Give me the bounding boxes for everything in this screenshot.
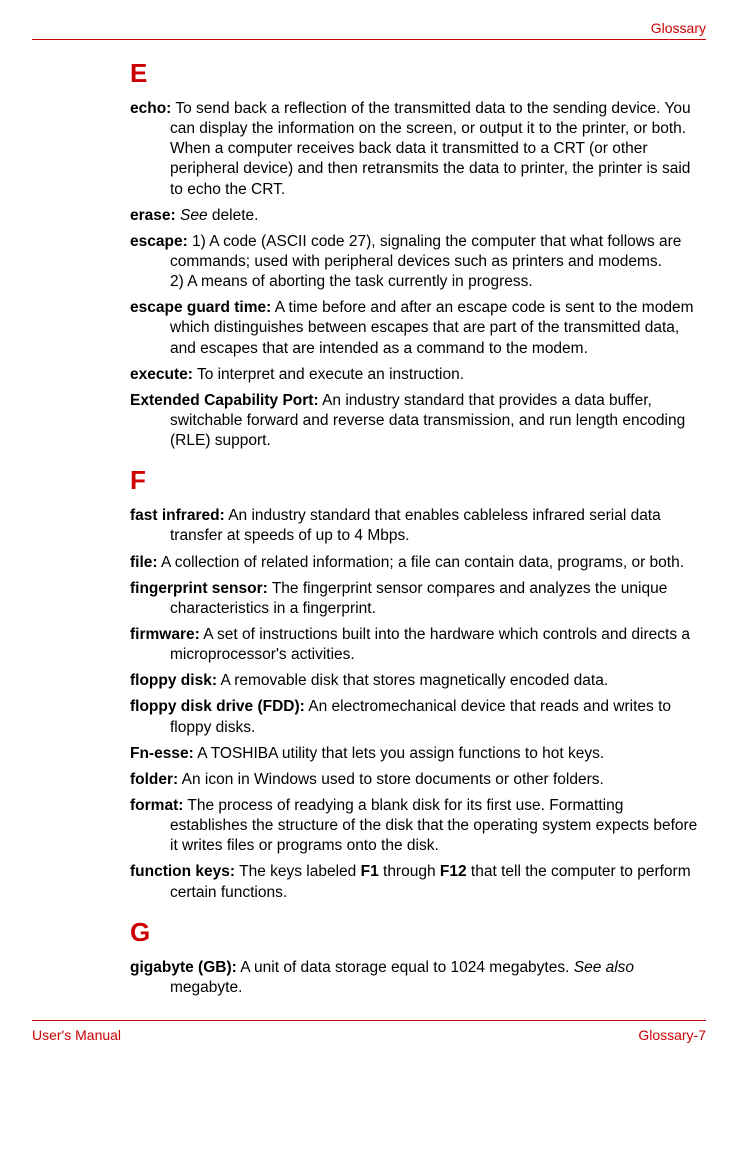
entry-fingerprint: fingerprint sensor: The fingerprint sens… xyxy=(130,579,700,619)
section-letter-g: G xyxy=(130,917,700,948)
def-echo: To send back a reflection of the transmi… xyxy=(170,100,691,198)
ref-gb: megabyte. xyxy=(170,979,242,996)
footer-page-number: Glossary-7 xyxy=(638,1027,706,1043)
def-escape-2: 2) A means of aborting the task currentl… xyxy=(130,272,700,292)
entry-format: format: The process of readying a blank … xyxy=(130,796,700,856)
term-erase: erase: xyxy=(130,207,176,224)
term-execute: execute: xyxy=(130,366,193,383)
entry-echo: echo: To send back a reflection of the t… xyxy=(130,99,700,200)
entry-ecp: Extended Capability Port: An industry st… xyxy=(130,391,700,451)
def-fast-infrared: An industry standard that enables cablel… xyxy=(170,507,661,544)
term-fingerprint: fingerprint sensor: xyxy=(130,580,268,597)
def-folder: An icon in Windows used to store documen… xyxy=(182,771,604,788)
entry-escape: escape: 1) A code (ASCII code 27), signa… xyxy=(130,232,700,292)
entry-file: file: A collection of related informatio… xyxy=(130,553,700,573)
entry-firmware: firmware: A set of instructions built in… xyxy=(130,625,700,665)
term-firmware: firmware: xyxy=(130,626,200,643)
def-escape-1: 1) A code (ASCII code 27), signaling the… xyxy=(170,233,681,270)
entry-execute: execute: To interpret and execute an ins… xyxy=(130,365,700,385)
see-erase: See xyxy=(180,207,208,224)
entry-floppy-disk: floppy disk: A removable disk that store… xyxy=(130,671,700,691)
section-letter-f: F xyxy=(130,465,700,496)
footer-manual: User's Manual xyxy=(32,1027,121,1043)
content-area: E echo: To send back a reflection of the… xyxy=(32,58,706,998)
term-fast-infrared: fast infrared: xyxy=(130,507,225,524)
def-fk-mid: through xyxy=(379,863,440,880)
entry-escape-guard: escape guard time: A time before and aft… xyxy=(130,298,700,358)
def-floppy-disk: A removable disk that stores magneticall… xyxy=(220,672,608,689)
entry-function-keys: function keys: The keys labeled F1 throu… xyxy=(130,862,700,902)
section-letter-e: E xyxy=(130,58,700,89)
entry-gb: gigabyte (GB): A unit of data storage eq… xyxy=(130,958,700,998)
def-fk-pre: The keys labeled xyxy=(239,863,361,880)
def-fn-esse: A TOSHIBA utility that lets you assign f… xyxy=(197,745,604,762)
def-format: The process of readying a blank disk for… xyxy=(170,797,697,854)
f12-key: F12 xyxy=(440,863,467,880)
header-section-name: Glossary xyxy=(32,20,706,36)
entry-fn-esse: Fn-esse: A TOSHIBA utility that lets you… xyxy=(130,744,700,764)
term-escape-guard: escape guard time: xyxy=(130,299,271,316)
entry-folder: folder: An icon in Windows used to store… xyxy=(130,770,700,790)
def-execute: To interpret and execute an instruction. xyxy=(197,366,464,383)
def-file: A collection of related information; a f… xyxy=(161,554,684,571)
page-container: Glossary E echo: To send back a reflecti… xyxy=(0,0,738,1063)
see-also-gb: See also xyxy=(574,959,634,976)
f1-key: F1 xyxy=(361,863,379,880)
entry-fdd: floppy disk drive (FDD): An electromecha… xyxy=(130,697,700,737)
term-fn-esse: Fn-esse: xyxy=(130,745,194,762)
page-footer: User's Manual Glossary-7 xyxy=(32,1020,706,1043)
term-fdd: floppy disk drive (FDD): xyxy=(130,698,305,715)
term-function-keys: function keys: xyxy=(130,863,235,880)
def-gb-pre: A unit of data storage equal to 1024 meg… xyxy=(240,959,574,976)
term-gb: gigabyte (GB): xyxy=(130,959,237,976)
page-header: Glossary xyxy=(32,20,706,40)
entry-erase: erase: See delete. xyxy=(130,206,700,226)
entry-fast-infrared: fast infrared: An industry standard that… xyxy=(130,506,700,546)
def-firmware: A set of instructions built into the har… xyxy=(170,626,690,663)
term-format: format: xyxy=(130,797,183,814)
ref-erase: delete. xyxy=(208,207,259,224)
term-echo: echo: xyxy=(130,100,171,117)
term-floppy-disk: floppy disk: xyxy=(130,672,217,689)
term-file: file: xyxy=(130,554,158,571)
term-folder: folder: xyxy=(130,771,178,788)
term-ecp: Extended Capability Port: xyxy=(130,392,319,409)
term-escape: escape: xyxy=(130,233,188,250)
